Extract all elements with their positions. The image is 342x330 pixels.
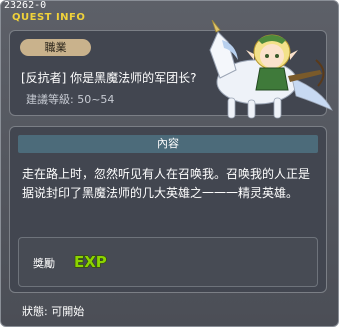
- job-category-tag: 職業: [20, 39, 91, 56]
- quest-name: [反抗者] 你是黑魔法师的军团长?: [21, 71, 197, 85]
- reward-box: 獎勵 EXP: [18, 237, 318, 287]
- quest-description: 走在路上时，忽然听见有人在召唤我。召唤我的人正是据说封印了黑魔法师的几大英雄之一…: [22, 167, 311, 200]
- quest-content-panel: 內容 走在路上时，忽然听见有人在召唤我。召唤我的人正是据说封印了黑魔法师的几大英…: [9, 126, 327, 293]
- window-title: QUEST INFO: [12, 12, 86, 23]
- quest-id: 23262-0: [4, 0, 47, 11]
- content-header: 內容: [18, 135, 318, 153]
- exp-icon-text: EXP: [74, 253, 107, 271]
- reward-label: 獎勵: [33, 257, 55, 270]
- elf-hero-figure: [246, 34, 325, 91]
- character-illustration: [209, 20, 333, 119]
- quest-status: 狀態: 可開始: [22, 305, 85, 318]
- recommended-level: 建議等級: 50~54: [26, 93, 115, 106]
- exp-icon: EXP: [73, 252, 107, 271]
